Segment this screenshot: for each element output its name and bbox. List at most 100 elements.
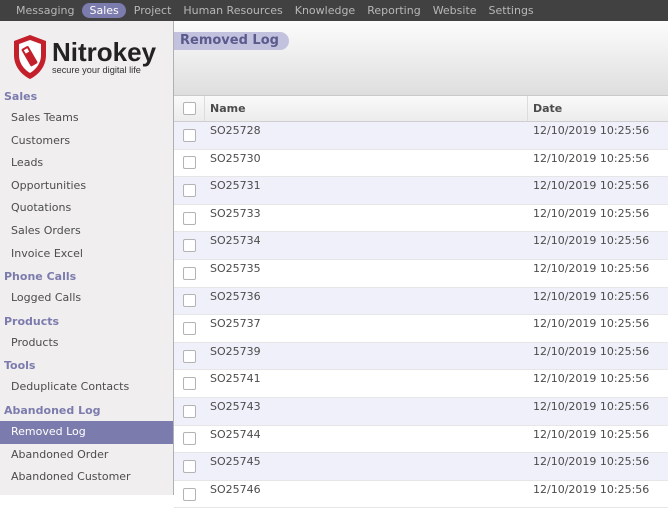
top-menu: Messaging Sales Project Human Resources Know…	[0, 0, 540, 21]
sidebar-section-products: Products	[4, 314, 60, 328]
row-checkbox[interactable]	[182, 156, 196, 170]
row-select-cell	[174, 481, 204, 508]
cell-name: SO25735	[210, 261, 261, 275]
row-select-cell	[174, 232, 204, 259]
cell-name: SO25733	[210, 206, 261, 220]
table-row[interactable]: SO25731 12/10/2019 10:25:56	[174, 177, 668, 205]
table-row[interactable]: SO25739 12/10/2019 10:25:56	[174, 342, 668, 371]
cell-date: 12/10/2019 10:25:56	[533, 289, 650, 303]
table-row[interactable]: SO25733 12/10/2019 10:25:56	[174, 205, 668, 233]
main-content: Removed Log Name Date SO25728 12/10/2019 …	[174, 21, 668, 508]
row-checkbox[interactable]	[182, 349, 196, 363]
row-checkbox[interactable]	[182, 239, 196, 253]
table-row[interactable]: SO25746 12/10/2019 10:25:56	[174, 481, 668, 508]
table-row[interactable]: SO25730 12/10/2019 10:25:56	[174, 150, 668, 178]
row-checkbox[interactable]	[182, 459, 196, 473]
row-select-cell	[174, 453, 204, 480]
cell-name: SO25737	[210, 317, 261, 331]
table-row[interactable]: SO25741 12/10/2019 10:25:56	[174, 370, 668, 398]
cell-date: 12/10/2019 10:25:56	[533, 399, 650, 413]
top-menu-reporting[interactable]: Reporting	[361, 0, 426, 21]
sidebar-item-opportunities[interactable]: Opportunities	[0, 175, 173, 198]
row-checkbox[interactable]	[182, 404, 196, 418]
cell-date: 12/10/2019 10:25:56	[533, 455, 650, 469]
sidebar-item-leads[interactable]: Leads	[0, 152, 173, 175]
cell-date: 12/10/2019 10:25:56	[533, 261, 650, 275]
table-row[interactable]: SO25736 12/10/2019 10:25:56	[174, 287, 668, 316]
cell-name: SO25730	[210, 151, 261, 165]
cell-name: SO25731	[210, 179, 261, 193]
cell-name: SO25745	[210, 455, 261, 469]
sidebar-item-abandoned-order[interactable]: Abandoned Order	[0, 444, 173, 467]
row-select-cell	[174, 315, 204, 342]
table-row[interactable]: SO25728 12/10/2019 10:25:56	[174, 122, 668, 150]
company-logo[interactable]: Nitrokey secure your digital life	[10, 33, 160, 85]
top-menu-project[interactable]: Project	[128, 0, 178, 21]
cell-date: 12/10/2019 10:25:56	[533, 206, 650, 220]
row-checkbox[interactable]	[182, 294, 196, 308]
top-menu-settings[interactable]: Settings	[483, 0, 540, 21]
row-checkbox[interactable]	[182, 183, 196, 197]
sidebar-item-sales-orders[interactable]: Sales Orders	[0, 220, 173, 243]
row-select-cell	[174, 260, 204, 287]
top-menu-human-resources[interactable]: Human Resources	[177, 0, 288, 21]
sidebar-nav: Sales Sales Teams Customers Leads Opportunit…	[0, 85, 173, 489]
row-checkbox[interactable]	[182, 128, 196, 142]
cell-name: SO25746	[210, 482, 261, 496]
cell-name: SO25739	[210, 344, 261, 358]
top-menu-messaging[interactable]: Messaging	[0, 0, 80, 21]
sidebar-section-tools: Tools	[4, 359, 36, 373]
list-table: Name Date SO25728 12/10/2019 10:25:56 SO25…	[174, 96, 668, 508]
top-menu-sales[interactable]: Sales	[82, 3, 126, 18]
cell-name: SO25744	[210, 427, 261, 441]
cell-date: 12/10/2019 10:25:56	[533, 482, 650, 496]
sidebar-item-products[interactable]: Products	[0, 332, 173, 355]
sidebar-item-invoice-excel[interactable]: Invoice Excel	[0, 243, 173, 266]
row-select-cell	[174, 370, 204, 397]
column-header-name[interactable]: Name	[204, 96, 527, 121]
cell-name: SO25728	[210, 124, 261, 137]
row-select-cell	[174, 205, 204, 232]
cell-date: 12/10/2019 10:25:56	[533, 234, 650, 248]
row-checkbox[interactable]	[182, 321, 196, 335]
logo-name: Nitrokey	[52, 37, 157, 67]
sidebar-item-logged-calls[interactable]: Logged Calls	[0, 287, 173, 310]
table-row[interactable]: SO25744 12/10/2019 10:25:56	[174, 426, 668, 454]
table-body: SO25728 12/10/2019 10:25:56 SO25730 12/10/2…	[174, 122, 668, 508]
cell-name: SO25743	[210, 399, 261, 413]
row-checkbox[interactable]	[182, 432, 196, 446]
table-row[interactable]: SO25735 12/10/2019 10:25:56	[174, 260, 668, 288]
cell-date: 12/10/2019 10:25:56	[533, 151, 650, 165]
top-menu-knowledge[interactable]: Knowledge	[289, 0, 361, 21]
sidebar-item-customers[interactable]: Customers	[0, 130, 173, 153]
sidebar-item-abandoned-customer[interactable]: Abandoned Customer	[0, 466, 173, 489]
row-select-cell	[174, 150, 204, 177]
cell-date: 12/10/2019 10:25:56	[533, 179, 650, 193]
row-select-cell	[174, 426, 204, 453]
table-row[interactable]: SO25745 12/10/2019 10:25:56	[174, 453, 668, 481]
row-checkbox[interactable]	[182, 487, 196, 501]
top-menu-website[interactable]: Website	[427, 0, 483, 21]
row-checkbox[interactable]	[182, 266, 196, 280]
sidebar-section-sales: Sales	[4, 90, 38, 103]
cell-date: 12/10/2019 10:25:56	[533, 372, 650, 386]
sidebar-item-sales-teams[interactable]: Sales Teams	[0, 107, 173, 130]
sidebar-item-deduplicate-contacts[interactable]: Deduplicate Contacts	[0, 376, 173, 399]
table-row[interactable]: SO25737 12/10/2019 10:25:56	[174, 315, 668, 343]
cell-name: SO25736	[210, 289, 261, 303]
cell-name: SO25741	[210, 372, 261, 386]
row-checkbox[interactable]	[182, 211, 196, 225]
row-select-cell	[174, 122, 204, 149]
select-all-checkbox[interactable]	[182, 102, 196, 115]
sidebar-item-removed-log[interactable]: Removed Log	[0, 420, 173, 444]
page-title: Removed Log	[174, 32, 289, 50]
table-row[interactable]: SO25743 12/10/2019 10:25:56	[174, 397, 668, 426]
page-header: Removed Log	[174, 21, 668, 96]
cell-date: 12/10/2019 10:25:56	[533, 124, 650, 137]
column-header-date[interactable]: Date	[527, 96, 668, 121]
sidebar-item-quotations[interactable]: Quotations	[0, 197, 173, 220]
row-checkbox[interactable]	[182, 377, 196, 391]
table-row[interactable]: SO25734 12/10/2019 10:25:56	[174, 232, 668, 260]
sidebar: Nitrokey secure your digital life Sales S…	[0, 21, 174, 495]
top-menu-bar: Messaging Sales Project Human Resources Know…	[0, 0, 668, 21]
